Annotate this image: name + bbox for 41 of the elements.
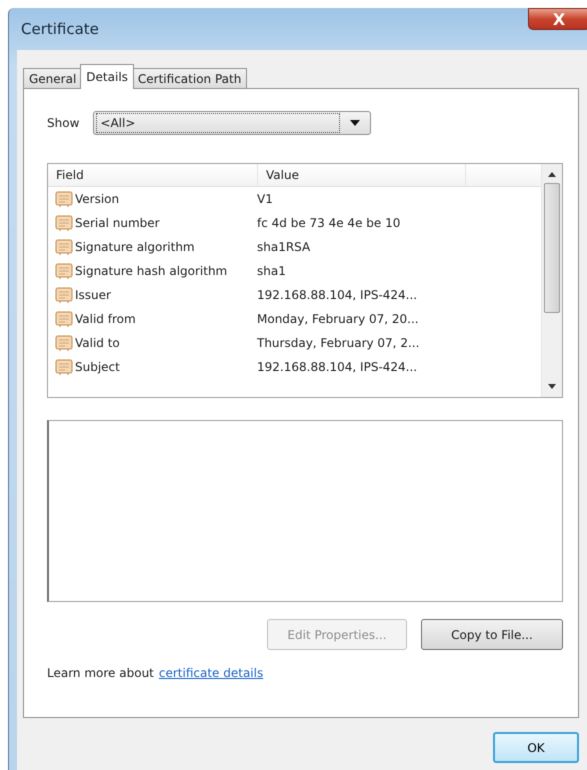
field-value[interactable]: fc 4d be 73 4e 4e be 10 xyxy=(253,216,400,230)
certificate-details-link[interactable]: certificate details xyxy=(158,666,264,680)
close-button[interactable]: X xyxy=(528,8,587,30)
certificate-icon xyxy=(55,310,73,328)
column-header[interactable]: Field xyxy=(48,164,258,186)
field-value[interactable]: 192.168.88.104, IPS-424... xyxy=(253,288,418,302)
caret-icon xyxy=(350,120,360,126)
field-name[interactable]: Signature algorithm xyxy=(75,240,195,254)
learn-more-text: Learn more about xyxy=(47,666,154,680)
field-value[interactable]: sha1 xyxy=(253,264,286,278)
certificate-icon xyxy=(55,334,73,352)
window-title: Certificate xyxy=(21,20,99,38)
scrollbar[interactable] xyxy=(541,164,562,397)
certificate-icon xyxy=(55,238,73,256)
field-name[interactable]: Signature hash algorithm xyxy=(75,264,228,278)
field-name[interactable]: Issuer xyxy=(75,288,111,302)
show-dropdown[interactable]: <All> xyxy=(93,111,372,135)
field-value[interactable]: sha1RSA xyxy=(253,240,310,254)
tab[interactable]: General xyxy=(23,68,82,89)
column-header[interactable]: Value xyxy=(258,164,466,186)
field-value[interactable]: Thursday, February 07, 2... xyxy=(253,336,420,350)
field-name[interactable]: Version xyxy=(75,192,120,206)
certificate-icon xyxy=(55,262,73,280)
tab[interactable]: Details xyxy=(80,64,134,89)
field-name[interactable]: Valid to xyxy=(75,336,120,350)
certificate-icon xyxy=(55,190,73,208)
field-value[interactable]: 192.168.88.104, IPS-424... xyxy=(253,360,418,374)
scroll-down-icon[interactable] xyxy=(548,384,556,389)
field-name[interactable]: Serial number xyxy=(75,216,160,230)
field-value[interactable]: V1 xyxy=(253,192,273,206)
field-value[interactable]: Monday, February 07, 20... xyxy=(253,312,419,326)
ok-button[interactable]: OK xyxy=(493,732,579,763)
scroll-up-icon[interactable] xyxy=(548,172,556,177)
certificate-icon xyxy=(55,286,73,304)
field-name[interactable]: Subject xyxy=(75,360,120,374)
copy-to-file-button[interactable]: Copy to File... xyxy=(421,619,563,650)
field-name[interactable]: Valid from xyxy=(75,312,136,326)
tab[interactable]: Certification Path xyxy=(132,68,248,89)
certificate-icon xyxy=(55,358,73,376)
show-label: Show xyxy=(47,116,80,130)
certificate-icon xyxy=(55,214,73,232)
